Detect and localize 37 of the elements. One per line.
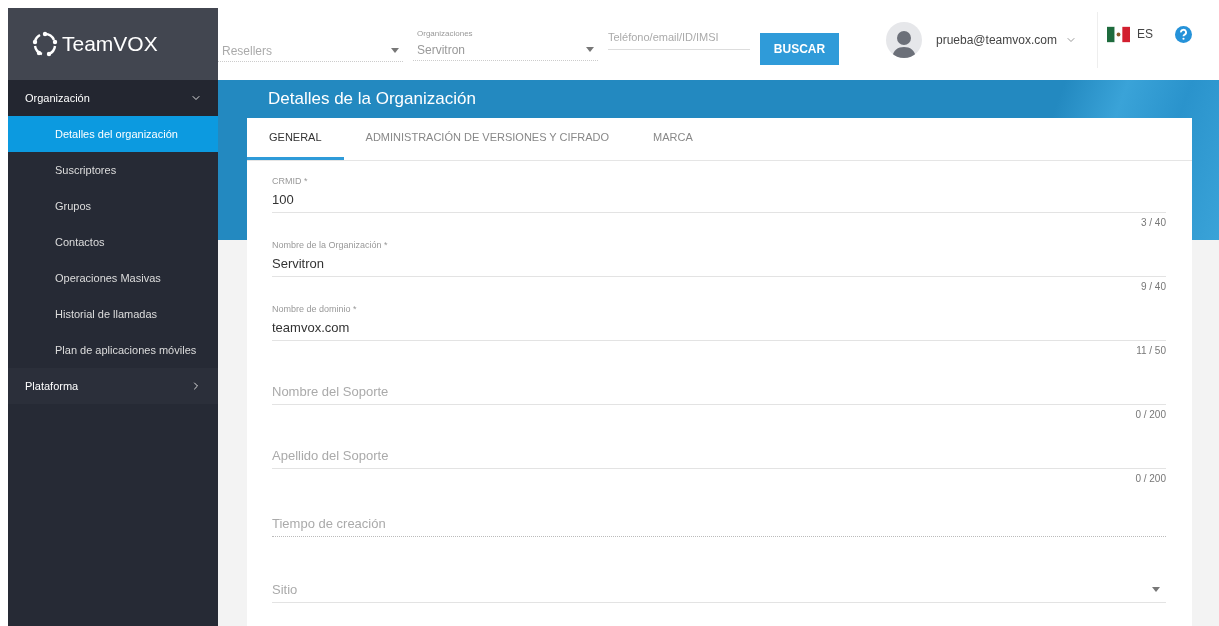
text-field[interactable]: 100: [272, 187, 1166, 213]
tab[interactable]: MARCA: [631, 118, 715, 160]
caret-icon: [391, 48, 399, 53]
flag-icon[interactable]: [1106, 25, 1130, 43]
logo-icon: [32, 31, 58, 57]
page-title: Detalles de la Organización: [268, 88, 477, 110]
field-label: Nombre de la Organización *: [272, 239, 389, 251]
sidebar-item[interactable]: Plan de aplicaciones móviles: [8, 332, 218, 368]
text-field[interactable]: Nombre del Soporte: [272, 379, 1166, 405]
tab[interactable]: GENERAL: [247, 118, 344, 160]
field-label: Nombre de dominio *: [272, 303, 358, 315]
sidebar-item[interactable]: Operaciones Masivas: [8, 260, 218, 296]
logo-text: TeamVOX: [62, 31, 158, 58]
character-counter: 0 / 200: [1135, 409, 1166, 421]
search-field[interactable]: Teléfono/email/ID/IMSI: [608, 24, 750, 50]
sidebar-item[interactable]: Historial de llamadas: [8, 296, 218, 332]
text-field[interactable]: Tiempo de creación: [272, 511, 1166, 537]
field-label: CRMID *: [272, 175, 309, 187]
caret-icon: [586, 47, 594, 52]
text-field[interactable]: Servitron: [272, 251, 1166, 277]
text-field[interactable]: Apellido del Soporte: [272, 443, 1166, 469]
tab[interactable]: ADMINISTRACIÓN DE VERSIONES Y CIFRADO: [343, 118, 632, 160]
character-counter: 9 / 40: [1140, 281, 1166, 293]
sidebar-section[interactable]: Organización: [8, 80, 218, 116]
help-icon[interactable]: [1174, 25, 1192, 43]
user-email[interactable]: prueba@teamvox.com: [936, 31, 1057, 49]
sidebar-item[interactable]: Suscriptores: [8, 152, 218, 188]
character-counter: 0 / 200: [1135, 473, 1166, 485]
caret-icon: [1152, 587, 1160, 592]
sidebar-item[interactable]: Contactos: [8, 224, 218, 260]
language-label[interactable]: ES: [1136, 25, 1153, 43]
character-counter: 3 / 40: [1140, 217, 1166, 229]
avatar-icon[interactable]: [886, 22, 922, 58]
character-counter: 11 / 50: [1136, 345, 1166, 357]
sidebar-section[interactable]: Plataforma: [8, 368, 218, 404]
text-field[interactable]: teamvox.com: [272, 315, 1166, 341]
sidebar-item[interactable]: Grupos: [8, 188, 218, 224]
